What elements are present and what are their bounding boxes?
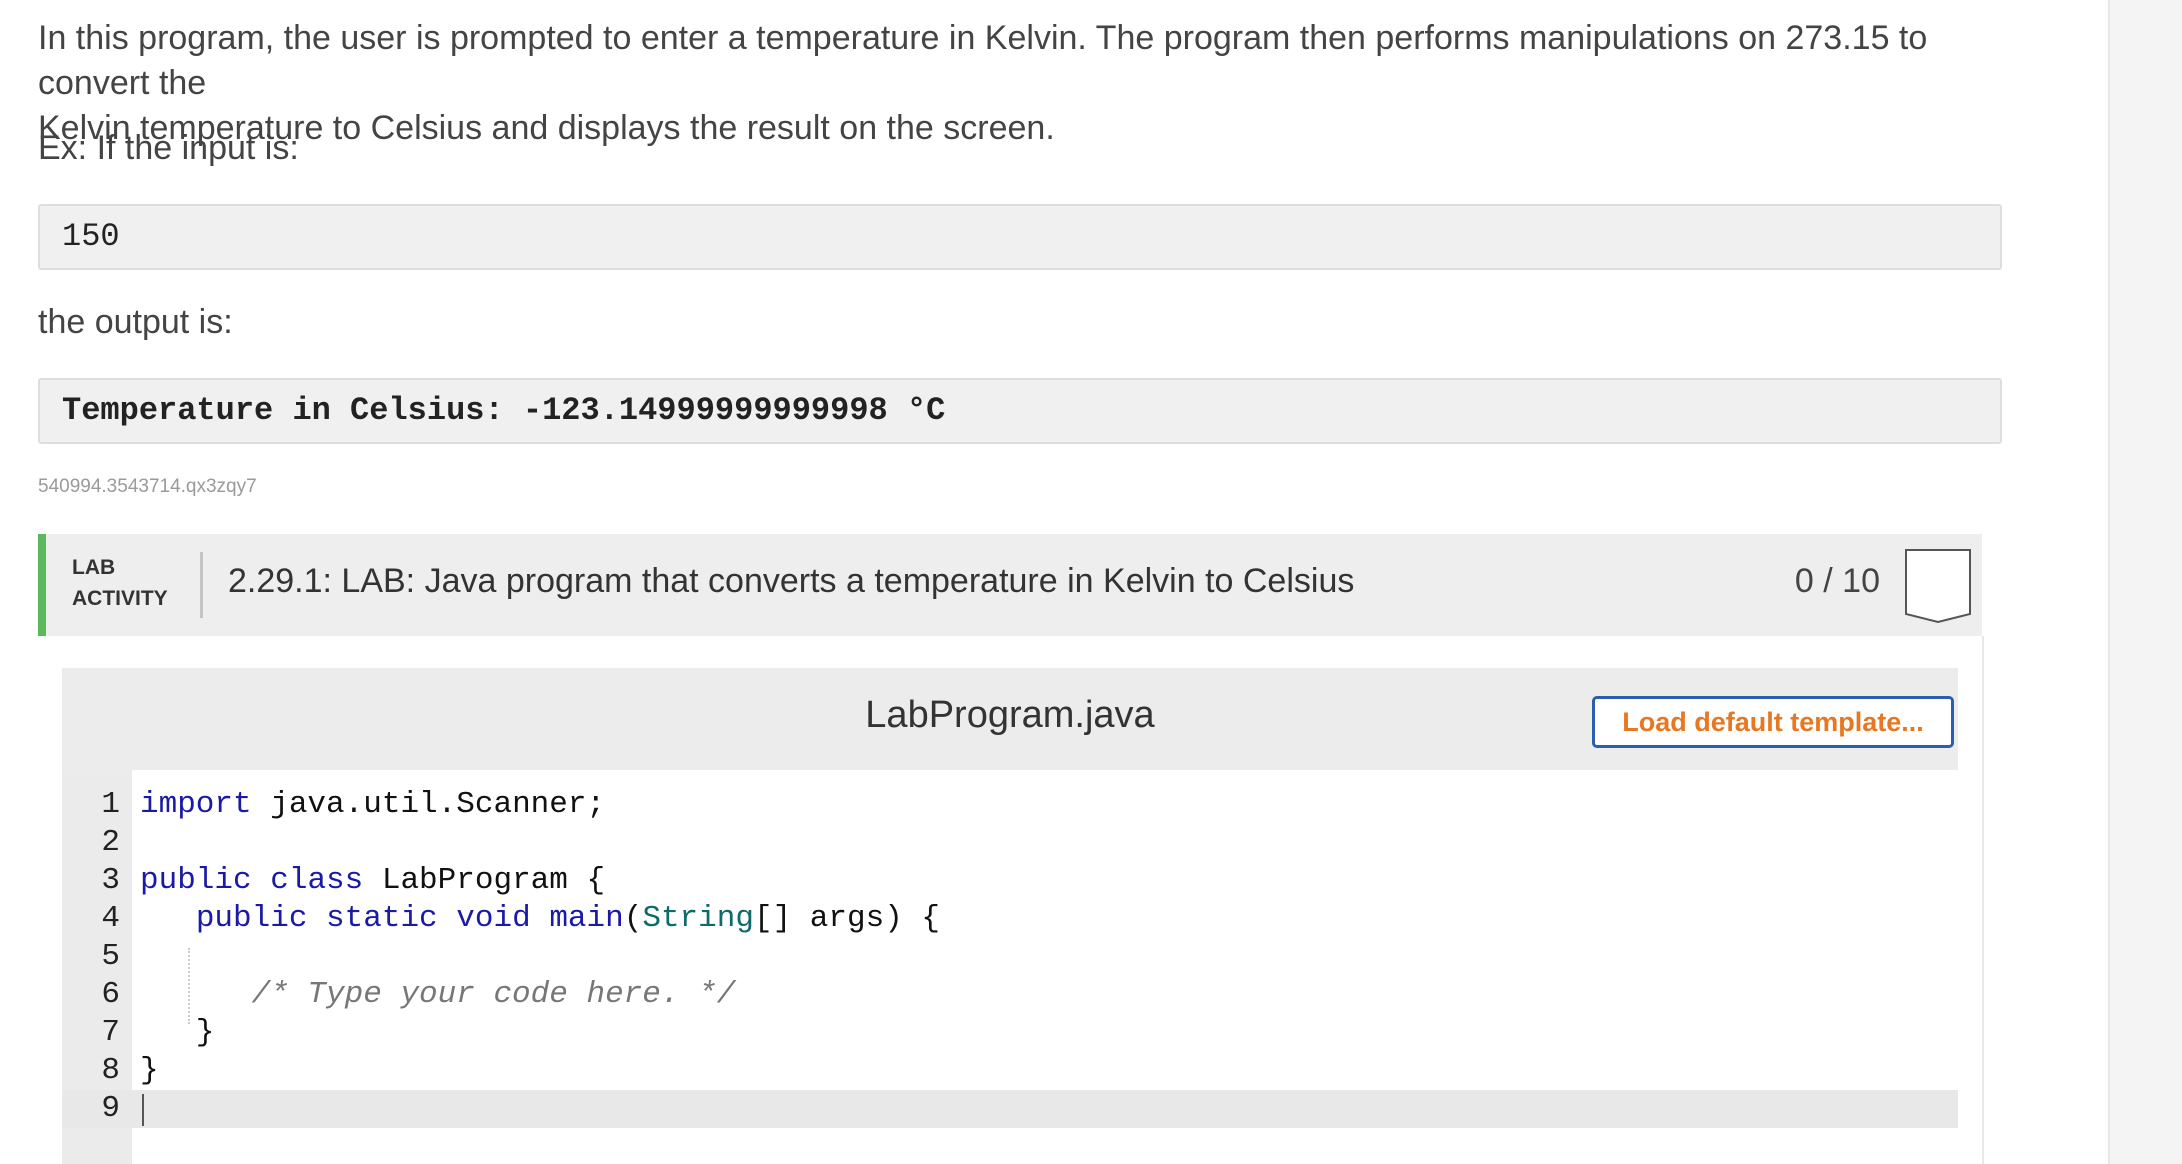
- code-line[interactable]: 8 }: [62, 1052, 1958, 1090]
- code-line-text: public static void main(String[] args) {: [195, 901, 940, 936]
- code-line[interactable]: 7 }: [62, 1014, 1958, 1052]
- line-number: 8: [101, 1053, 120, 1088]
- lab-score: 0 / 10: [1794, 562, 1880, 600]
- code-line-text: }: [140, 1015, 215, 1050]
- output-intro: the output is:: [38, 303, 233, 341]
- code-comment: /* Type your code here. */: [140, 977, 736, 1012]
- code-line-active[interactable]: 9: [62, 1090, 1958, 1128]
- code-line-text: public class LabProgram {: [140, 863, 606, 898]
- code-line-text: }: [140, 1053, 159, 1088]
- example-output-box: Temperature in Celsius: -123.14999999999…: [38, 378, 2002, 444]
- line-number: 5: [101, 939, 120, 974]
- code-line-text: import java.util.Scanner;: [140, 787, 606, 822]
- lab-activity-label: LAB ACTIVITY: [72, 552, 168, 614]
- editor-toolbar: LabProgram.java Load default template...: [62, 668, 1958, 770]
- editor-panel: LabProgram.java Load default template...…: [38, 636, 1984, 1164]
- line-number: 6: [101, 977, 120, 1012]
- description-line-1: In this program, the user is prompted to…: [38, 19, 1928, 102]
- line-number: 7: [101, 1015, 120, 1050]
- code-text-area[interactable]: 1 import java.util.Scanner; 2 3 public c…: [62, 770, 1958, 1164]
- code-line[interactable]: 1 import java.util.Scanner;: [62, 786, 1958, 824]
- code-line[interactable]: 5: [62, 938, 1958, 976]
- text-cursor: [142, 1094, 144, 1126]
- line-number: 1: [101, 787, 120, 822]
- lab-label-line-1: LAB: [72, 556, 116, 579]
- lab-header-divider: [200, 552, 203, 618]
- code-line[interactable]: 2: [62, 824, 1958, 862]
- line-number: 2: [101, 825, 120, 860]
- code-line[interactable]: 6 /* Type your code here. */: [62, 976, 1958, 1014]
- example-intro: Ex: If the input is:: [38, 129, 299, 167]
- line-number: 9: [101, 1091, 120, 1126]
- lab-activity-header: LAB ACTIVITY 2.29.1: LAB: Java program t…: [38, 534, 1982, 636]
- example-input-box: 150: [38, 204, 2002, 270]
- load-default-template-button[interactable]: Load default template...: [1592, 696, 1954, 748]
- code-line[interactable]: 4 public static void main(String[] args)…: [62, 900, 1958, 938]
- line-number: 4: [101, 901, 120, 936]
- content-resource-id: 540994.3543714.qx3zqy7: [38, 476, 257, 497]
- line-number: 3: [101, 863, 120, 898]
- right-sidebar-rail: [2108, 0, 2182, 1164]
- code-line[interactable]: 3 public class LabProgram {: [62, 862, 1958, 900]
- code-editor: LabProgram.java Load default template...…: [62, 668, 1958, 1164]
- lab-title: 2.29.1: LAB: Java program that converts …: [228, 562, 1355, 600]
- lab-label-line-2: ACTIVITY: [72, 587, 168, 610]
- completion-badge-icon: [1905, 549, 1971, 624]
